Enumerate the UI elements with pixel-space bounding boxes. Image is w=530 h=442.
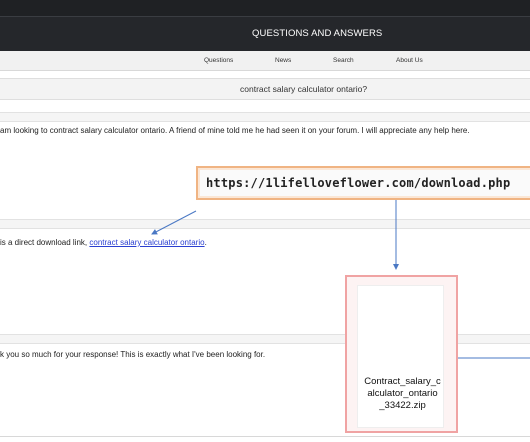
annotation-arrows [151,200,530,359]
arrow-url-to-link [151,210,197,235]
